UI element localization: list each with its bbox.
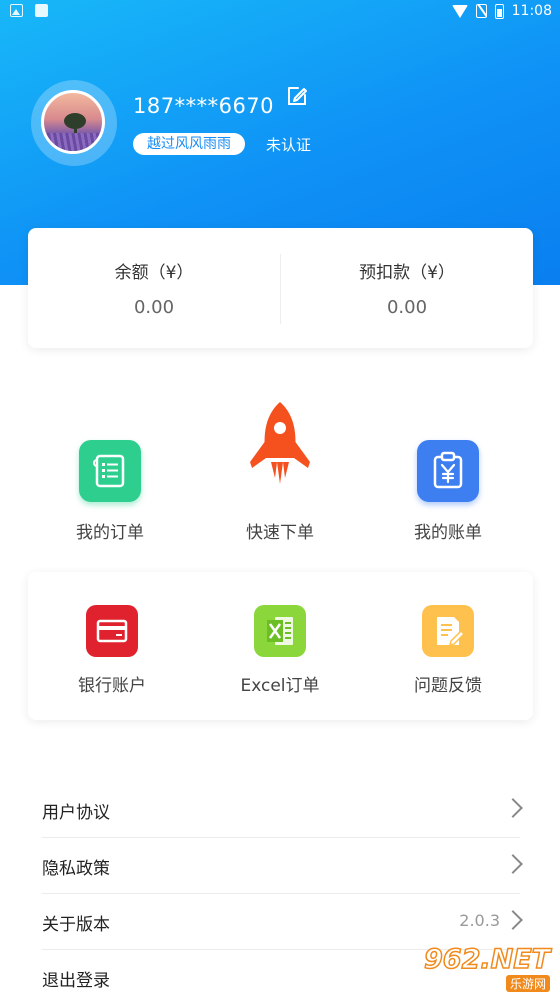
prepaid-label: 预扣款（¥） <box>359 263 455 283</box>
quick-order-label: 快速下单 <box>246 523 314 543</box>
logout-label: 退出登录 <box>42 971 110 991</box>
bills-icon <box>417 440 479 502</box>
avatar[interactable] <box>41 90 105 154</box>
battery-icon <box>494 3 504 19</box>
prepaid-value: 0.00 <box>386 297 428 318</box>
status-bar: 11:08 <box>0 0 560 24</box>
edit-profile-button[interactable] <box>285 84 309 108</box>
orders-icon <box>79 440 141 502</box>
bank-account-button[interactable]: 银行账户 <box>28 572 196 720</box>
menu-user-agreement[interactable]: 用户协议 <box>42 782 523 838</box>
wifi-icon <box>451 4 468 18</box>
status-time: 11:08 <box>511 3 552 19</box>
watermark-sub-text: 乐游网 <box>505 975 550 992</box>
my-bills-button[interactable]: 我的账单 <box>378 440 518 545</box>
edit-icon <box>288 87 307 105</box>
services-card: 银行账户 Excel订单 问题反馈 <box>28 572 533 720</box>
bank-account-label: 银行账户 <box>78 676 146 696</box>
my-orders-label: 我的订单 <box>76 523 144 543</box>
app-notification-icon <box>35 4 48 17</box>
chevron-right-icon <box>503 854 523 874</box>
watermark-main-text: 962.NET <box>423 943 551 976</box>
chevron-right-icon <box>503 910 523 930</box>
user-agreement-label: 用户协议 <box>42 803 110 823</box>
chevron-right-icon <box>503 798 523 818</box>
balance-value: 0.00 <box>133 297 175 318</box>
menu-privacy-policy[interactable]: 隐私政策 <box>42 838 523 894</box>
gallery-notification-icon <box>10 4 23 17</box>
excel-order-label: Excel订单 <box>240 676 320 696</box>
excel-icon <box>254 605 306 657</box>
site-watermark-logo: 962.NET 乐游网 <box>420 943 556 994</box>
user-phone: 187****6670 <box>133 94 275 118</box>
menu-about-version[interactable]: 关于版本 2.0.3 <box>42 894 523 950</box>
my-orders-button[interactable]: 我的订单 <box>40 440 180 545</box>
prepaid-section[interactable]: 预扣款（¥） 0.00 <box>281 228 533 348</box>
balance-card: 余额（¥） 0.00 预扣款（¥） 0.00 <box>28 228 533 348</box>
bank-card-icon <box>86 605 138 657</box>
excel-order-button[interactable]: Excel订单 <box>196 572 364 720</box>
verify-status[interactable]: 未认证 <box>266 134 311 155</box>
balance-label: 余额（¥） <box>114 263 194 283</box>
quick-order-button[interactable]: 快速下单 <box>210 400 350 545</box>
about-version-label: 关于版本 <box>42 915 110 935</box>
feedback-icon <box>422 605 474 657</box>
version-number: 2.0.3 <box>459 911 500 930</box>
nickname-badge: 越过风风雨雨 <box>133 133 245 155</box>
balance-section[interactable]: 余额（¥） 0.00 <box>28 228 280 348</box>
my-bills-label: 我的账单 <box>414 523 482 543</box>
feedback-button[interactable]: 问题反馈 <box>364 572 532 720</box>
feedback-label: 问题反馈 <box>414 676 482 696</box>
rocket-icon <box>250 402 310 484</box>
privacy-policy-label: 隐私政策 <box>42 859 110 879</box>
no-sim-icon <box>475 4 487 18</box>
